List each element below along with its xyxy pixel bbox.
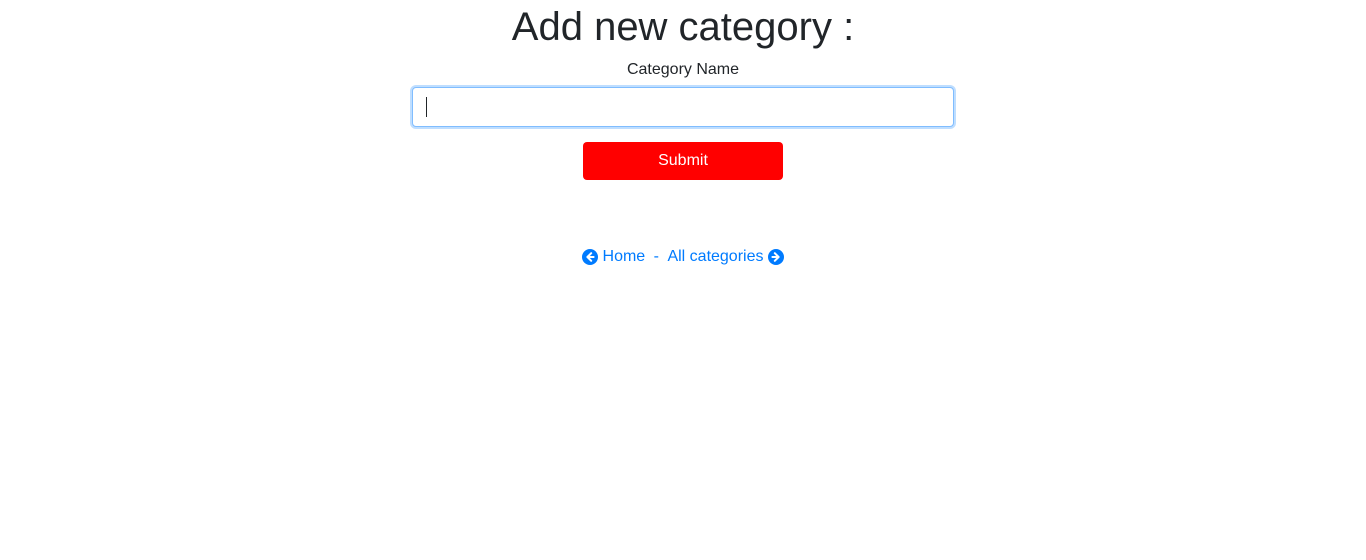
home-link[interactable]: Home	[581, 246, 646, 268]
home-link-label: Home	[602, 248, 646, 265]
arrow-circle-right-icon	[768, 249, 785, 265]
nav-separator: -	[653, 248, 659, 265]
all-categories-link[interactable]: All categories	[667, 246, 785, 268]
category-name-label: Category Name	[626, 61, 740, 78]
all-categories-link-label: All categories	[667, 248, 764, 265]
category-name-input[interactable]	[412, 87, 954, 127]
arrow-circle-left-icon	[581, 249, 598, 265]
text-caret	[426, 97, 427, 117]
category-name-field-wrapper	[412, 87, 954, 127]
add-category-page: Add new category : Category Name Submit …	[0, 0, 1366, 560]
footer-nav: Home - All categories	[0, 246, 1366, 268]
page-title: Add new category :	[511, 5, 855, 49]
submit-button[interactable]: Submit	[583, 142, 783, 180]
